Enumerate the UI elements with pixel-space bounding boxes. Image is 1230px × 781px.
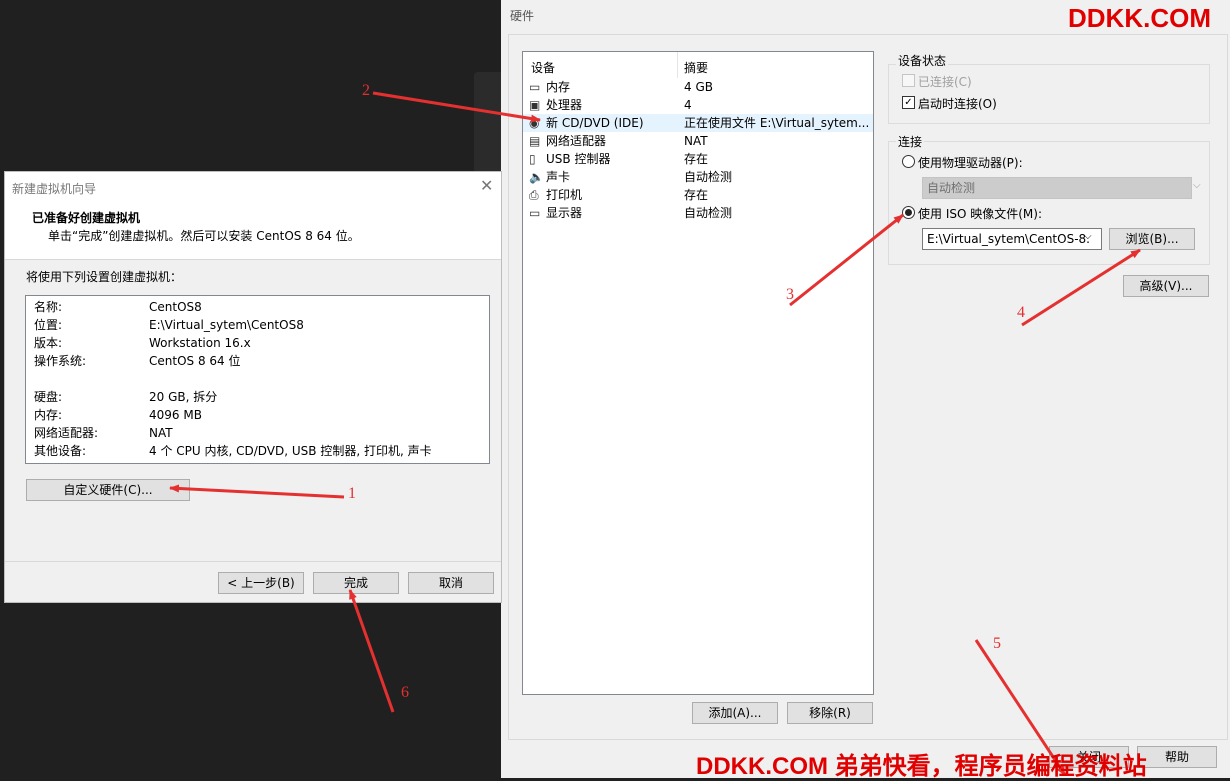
annotation-label-5: 5 [993, 635, 1001, 652]
annotation-label-3: 3 [786, 286, 794, 303]
annotation-label-4: 4 [1017, 304, 1025, 321]
arrow-2 [372, 91, 541, 123]
arrow-4 [1021, 248, 1141, 327]
arrow-3 [789, 213, 904, 307]
annotation-label-2: 2 [362, 82, 370, 99]
watermark-top: DDKK.COM [1068, 3, 1211, 33]
annotation-label-1: 1 [348, 485, 356, 502]
arrow-6 [348, 589, 395, 713]
annotation-arrows [169, 91, 1141, 776]
watermark-bottom: DDKK.COM 弟弟快看，程序员编程资料站 [696, 753, 1147, 780]
arrow-1 [169, 484, 345, 499]
annotation-label-6: 6 [401, 684, 409, 701]
